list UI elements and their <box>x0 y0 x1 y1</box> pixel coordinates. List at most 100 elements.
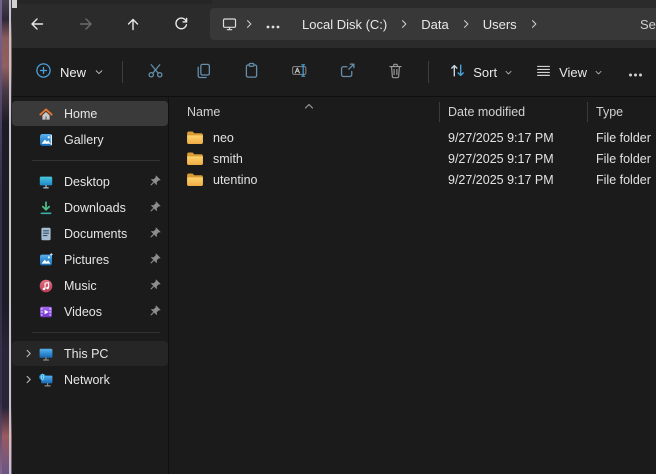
file-type: File folder <box>587 173 656 187</box>
file-name: neo <box>213 131 234 145</box>
sidebar-item-label: Pictures <box>64 253 109 267</box>
sidebar-item-pictures[interactable]: Pictures <box>12 247 168 272</box>
column-header-label: Date modified <box>448 105 525 119</box>
sort-button-label: Sort <box>473 65 497 80</box>
command-toolbar: New <box>12 48 656 97</box>
sort-ascending-icon <box>304 98 314 112</box>
sidebar-item-desktop[interactable]: Desktop <box>12 169 168 194</box>
breadcrumb-data[interactable]: Data <box>410 11 459 37</box>
column-header-type[interactable]: Type <box>587 97 656 127</box>
desktop-icon <box>38 174 54 190</box>
folder-icon <box>186 152 204 166</box>
desktop-strip-accent <box>0 0 2 474</box>
window-body: Home Gallery Desktop Downloads <box>12 97 656 474</box>
sidebar-item-label: This PC <box>64 347 108 361</box>
window-edge-artifact <box>12 0 17 8</box>
sidebar-item-downloads[interactable]: Downloads <box>12 195 168 220</box>
column-header-label: Type <box>596 105 623 119</box>
folder-icon <box>186 131 204 145</box>
chevron-right-icon <box>243 18 255 30</box>
sidebar-item-label: Music <box>64 279 97 293</box>
file-type: File folder <box>587 152 656 166</box>
sidebar-item-label: Documents <box>64 227 127 241</box>
sidebar-item-label: Network <box>64 373 110 387</box>
pin-icon <box>148 279 161 292</box>
file-row-utentino[interactable]: utentino 9/27/2025 9:17 PM File folder <box>169 169 656 190</box>
network-icon <box>38 372 54 388</box>
chevron-right-icon[interactable] <box>20 372 36 388</box>
sidebar-item-documents[interactable]: Documents <box>12 221 168 246</box>
toolbar-separator <box>122 61 123 83</box>
music-icon <box>38 278 54 294</box>
file-name-cell: utentino <box>169 173 439 187</box>
see-more-button[interactable] <box>618 54 652 90</box>
refresh-button[interactable] <box>165 8 197 40</box>
file-name: utentino <box>213 173 257 187</box>
sidebar-item-gallery[interactable]: Gallery <box>12 127 168 152</box>
cut-button[interactable] <box>136 54 176 90</box>
back-button[interactable] <box>21 8 53 40</box>
column-header-label: Name <box>187 105 220 119</box>
sidebar-item-label: Downloads <box>64 201 126 215</box>
sidebar-item-network[interactable]: Network <box>12 367 168 392</box>
file-row-neo[interactable]: neo 9/27/2025 9:17 PM File folder <box>169 127 656 148</box>
toolbar-separator <box>428 61 429 83</box>
new-button-label: New <box>60 65 86 80</box>
this-pc-icon <box>221 16 238 32</box>
share-button[interactable] <box>328 54 368 90</box>
new-button[interactable]: New <box>26 56 113 88</box>
chevron-down-icon <box>94 65 104 80</box>
sort-icon <box>449 62 466 82</box>
copy-icon <box>195 62 212 82</box>
navigation-pane: Home Gallery Desktop Downloads <box>12 97 169 474</box>
documents-icon <box>38 226 54 242</box>
sidebar-item-music[interactable]: Music <box>12 273 168 298</box>
file-name: smith <box>213 152 243 166</box>
navigation-bar: Local Disk (C:) Data Users Search Users <box>12 0 656 48</box>
column-headers: Name Date modified Type <box>169 97 656 127</box>
share-icon <box>339 62 356 82</box>
sidebar-item-videos[interactable]: Videos <box>12 299 168 324</box>
address-bar[interactable]: Local Disk (C:) Data Users <box>210 8 632 40</box>
column-header-name[interactable]: Name <box>169 97 439 127</box>
file-date-modified: 9/27/2025 9:17 PM <box>439 152 587 166</box>
view-icon <box>535 62 552 82</box>
sidebar-separator <box>32 332 160 333</box>
copy-button[interactable] <box>184 54 224 90</box>
downloads-icon <box>38 200 54 216</box>
sort-button[interactable]: Sort <box>440 56 522 88</box>
chevron-down-icon <box>504 65 513 80</box>
up-icon <box>125 16 141 32</box>
delete-button[interactable] <box>375 54 415 90</box>
pin-icon <box>148 201 161 214</box>
search-input[interactable]: Search Users <box>628 8 656 40</box>
sidebar-item-this-pc[interactable]: This PC <box>12 341 168 366</box>
file-name-cell: neo <box>169 131 439 145</box>
up-button[interactable] <box>117 8 149 40</box>
sidebar-item-home[interactable]: Home <box>12 101 168 126</box>
breadcrumb-overflow-button[interactable] <box>255 11 291 37</box>
sidebar-item-label: Desktop <box>64 175 110 189</box>
forward-icon <box>78 16 94 32</box>
see-more-icon <box>628 65 643 80</box>
paste-button[interactable] <box>232 54 272 90</box>
pin-icon <box>148 305 161 318</box>
back-icon <box>29 16 45 32</box>
chevron-right-icon <box>460 18 472 30</box>
forward-button[interactable] <box>70 8 102 40</box>
sidebar-item-label: Home <box>64 107 97 121</box>
chevron-right-icon <box>398 18 410 30</box>
chevron-right-icon[interactable] <box>20 346 36 362</box>
home-icon <box>38 106 54 122</box>
column-header-date-modified[interactable]: Date modified <box>439 97 587 127</box>
breadcrumb-users[interactable]: Users <box>472 11 528 37</box>
view-button-label: View <box>559 65 587 80</box>
file-row-smith[interactable]: smith 9/27/2025 9:17 PM File folder <box>169 148 656 169</box>
rename-button[interactable] <box>280 54 320 90</box>
view-button[interactable]: View <box>526 56 612 88</box>
delete-icon <box>387 62 404 82</box>
breadcrumb-local-disk[interactable]: Local Disk (C:) <box>291 11 398 37</box>
pictures-icon <box>38 252 54 268</box>
file-explorer-window: Local Disk (C:) Data Users Search Users … <box>12 0 656 474</box>
cut-icon <box>147 62 164 82</box>
